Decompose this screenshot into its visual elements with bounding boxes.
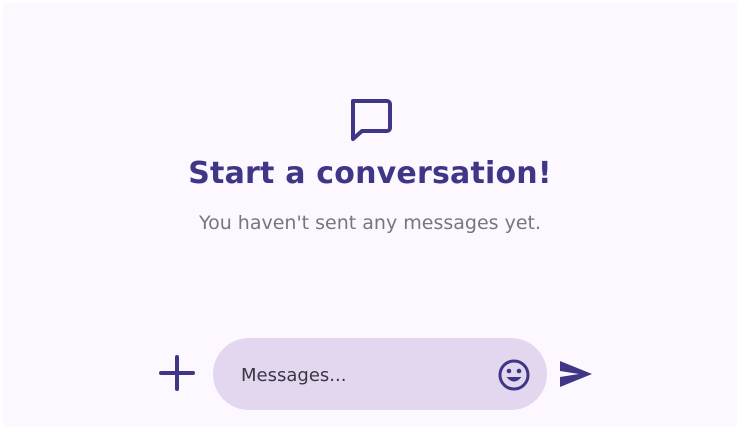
message-input[interactable]: [239, 356, 483, 394]
chat-bubble-icon: [345, 95, 395, 145]
send-icon: [557, 357, 595, 391]
empty-state-title: Start a conversation!: [188, 156, 552, 191]
attach-button[interactable]: [157, 353, 197, 393]
emoji-icon: [497, 358, 531, 392]
send-button[interactable]: [557, 357, 595, 391]
empty-state-subtitle: You haven't sent any messages yet.: [199, 212, 541, 234]
chat-screen: Start a conversation! You haven't sent a…: [3, 3, 737, 427]
plus-icon: [157, 353, 197, 393]
empty-state: Start a conversation! You haven't sent a…: [3, 95, 737, 235]
emoji-button[interactable]: [497, 358, 531, 392]
message-input-container[interactable]: [213, 338, 547, 410]
message-composer: [157, 335, 597, 410]
